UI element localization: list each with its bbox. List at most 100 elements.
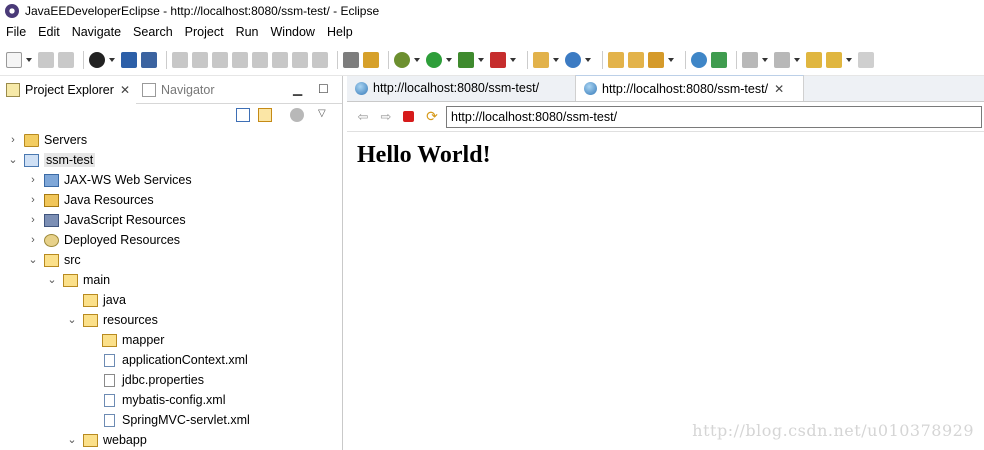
new-server-icon[interactable]: [533, 51, 549, 68]
open-type-icon[interactable]: [608, 51, 624, 68]
tree-item-mapper[interactable]: mapper: [86, 330, 164, 350]
web-browser-icon[interactable]: [691, 51, 707, 68]
suspend-icon[interactable]: [192, 51, 208, 68]
tree-item-springmvc-servlet-xml[interactable]: SpringMVC-servlet.xml: [86, 410, 250, 430]
new-dropdown-icon[interactable]: [26, 57, 32, 62]
step-return-icon[interactable]: [292, 51, 308, 68]
run-dropdown-icon[interactable]: [446, 57, 452, 62]
menu-navigate[interactable]: Navigate: [66, 25, 127, 39]
terminate-icon[interactable]: [212, 51, 228, 68]
next-annotation-icon[interactable]: [742, 51, 758, 68]
debug-dropdown-icon[interactable]: [414, 57, 420, 62]
open-resource-icon[interactable]: [628, 51, 644, 68]
task-list-icon[interactable]: [343, 51, 359, 68]
new-java-class-dropdown-icon[interactable]: [585, 57, 591, 62]
tree-item-jax-ws-web-services[interactable]: › JAX-WS Web Services: [28, 170, 191, 190]
run-on-server-icon[interactable]: [711, 51, 727, 68]
save-icon[interactable]: [38, 51, 54, 68]
tree-item-java[interactable]: java: [67, 290, 126, 310]
drop-to-frame-icon[interactable]: [312, 51, 328, 68]
stop-icon[interactable]: [403, 111, 414, 122]
external-tools-dropdown-icon[interactable]: [510, 57, 516, 62]
new-server-dropdown-icon[interactable]: [553, 57, 559, 62]
resume-icon[interactable]: [172, 51, 188, 68]
back-arrow-icon[interactable]: ⇦: [355, 109, 371, 125]
pin-dropdown-icon[interactable]: [668, 57, 674, 62]
tree-item-applicationcontext-xml[interactable]: applicationContext.xml: [86, 350, 248, 370]
expand-icon[interactable]: ›: [8, 135, 18, 146]
menu-edit[interactable]: Edit: [32, 25, 66, 39]
editor-tab-2[interactable]: http://localhost:8080/ssm-test/ ✕: [576, 75, 804, 101]
link-with-editor-icon[interactable]: [258, 108, 272, 122]
toolbar-separator: [736, 50, 737, 69]
profile-icon[interactable]: [89, 51, 105, 68]
tree-item-java-resources[interactable]: › Java Resources: [28, 190, 153, 210]
disconnect-icon[interactable]: [232, 51, 248, 68]
forward-icon[interactable]: [858, 51, 874, 68]
run-icon[interactable]: [426, 51, 442, 68]
tree-item-ssm-test[interactable]: ⌄ ssm-test: [8, 150, 96, 170]
next-annotation-dropdown-icon[interactable]: [762, 57, 768, 62]
debug-icon[interactable]: [394, 51, 410, 68]
previous-annotation-icon[interactable]: [774, 51, 790, 68]
collapse-icon[interactable]: ⌄: [28, 255, 38, 266]
menu-run[interactable]: Run: [230, 25, 265, 39]
tree-item-javascript-resources[interactable]: › JavaScript Resources: [28, 210, 185, 230]
expand-icon[interactable]: ›: [28, 195, 38, 206]
build-icon[interactable]: [363, 51, 379, 68]
collapse-all-icon[interactable]: [236, 108, 250, 122]
menu-help[interactable]: Help: [321, 25, 359, 39]
new-icon[interactable]: [6, 51, 22, 68]
menu-project[interactable]: Project: [179, 25, 230, 39]
tree-item-src[interactable]: ⌄ src: [28, 250, 80, 270]
coverage-icon[interactable]: [458, 51, 474, 68]
skip-breakpoints-icon[interactable]: [141, 51, 157, 68]
console-icon[interactable]: [121, 51, 137, 68]
menu-window[interactable]: Window: [265, 25, 321, 39]
view-menu-icon[interactable]: ▽: [318, 108, 332, 122]
pin-icon[interactable]: [648, 51, 664, 68]
profile-dropdown-icon[interactable]: [109, 57, 115, 62]
url-input[interactable]: [446, 105, 982, 128]
editor-tabs: http://localhost:8080/ssm-test/ http://l…: [347, 75, 984, 102]
tree-item-servers[interactable]: › Servers: [8, 130, 87, 150]
last-edit-icon[interactable]: [806, 51, 822, 68]
tree-item-main[interactable]: ⌄ main: [47, 270, 110, 290]
web-page-content: Hello World!: [347, 132, 984, 179]
collapse-icon[interactable]: ⌄: [47, 275, 57, 286]
menu-search[interactable]: Search: [127, 25, 179, 39]
back-dropdown-icon[interactable]: [846, 57, 852, 62]
external-tools-icon[interactable]: [490, 51, 506, 68]
minimize-icon[interactable]: ▁: [293, 82, 302, 96]
collapse-icon[interactable]: ⌄: [67, 435, 77, 446]
tree-item-jdbc-properties[interactable]: jdbc.properties: [86, 370, 204, 390]
close-icon[interactable]: ✕: [120, 83, 130, 97]
previous-annotation-dropdown-icon[interactable]: [794, 57, 800, 62]
close-icon[interactable]: ✕: [774, 82, 784, 96]
save-all-icon[interactable]: [58, 51, 74, 68]
collapse-icon[interactable]: ⌄: [67, 315, 77, 326]
tree-item-resources[interactable]: ⌄ resources: [67, 310, 158, 330]
tree-item-mybatis-config-xml[interactable]: mybatis-config.xml: [86, 390, 226, 410]
filter-icon[interactable]: [290, 108, 304, 122]
tree-item-deployed-resources[interactable]: › Deployed Resources: [28, 230, 180, 250]
coverage-dropdown-icon[interactable]: [478, 57, 484, 62]
expand-icon[interactable]: ›: [28, 235, 38, 246]
folder-icon: [24, 133, 39, 147]
forward-arrow-icon[interactable]: ⇨: [378, 109, 394, 125]
step-over-icon[interactable]: [272, 51, 288, 68]
new-java-class-icon[interactable]: [565, 51, 581, 68]
collapse-icon[interactable]: ⌄: [8, 155, 18, 166]
back-icon[interactable]: [826, 51, 842, 68]
refresh-icon[interactable]: ⟳: [424, 108, 440, 125]
editor-tab-1[interactable]: http://localhost:8080/ssm-test/: [347, 75, 576, 101]
maximize-icon[interactable]: ☐: [318, 82, 329, 96]
expand-icon[interactable]: ›: [28, 175, 38, 186]
tab-project-explorer[interactable]: Project Explorer ✕: [0, 75, 136, 104]
tab-navigator[interactable]: Navigator: [136, 76, 221, 104]
tree-item-label: jdbc.properties: [122, 373, 204, 387]
step-into-icon[interactable]: [252, 51, 268, 68]
menu-file[interactable]: File: [0, 25, 32, 39]
tree-item-webapp[interactable]: ⌄ webapp: [67, 430, 146, 450]
expand-icon[interactable]: ›: [28, 215, 38, 226]
